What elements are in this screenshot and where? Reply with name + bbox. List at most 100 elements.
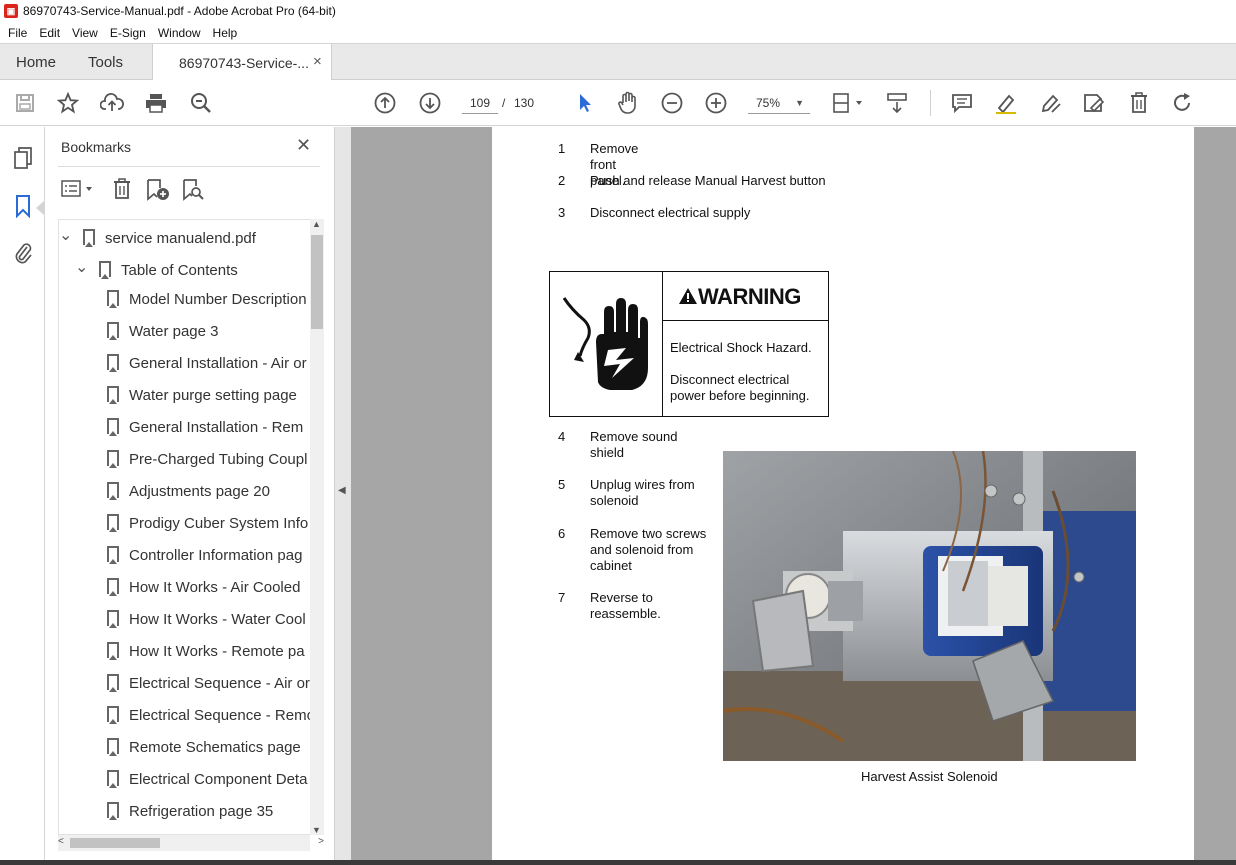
main-toolbar: 109 / 130 75% ▼ — [0, 80, 1236, 126]
left-navigation-rail — [0, 127, 45, 860]
bookmark-icon — [107, 610, 119, 628]
step-text: Disconnect electrical supply — [590, 205, 751, 220]
bookmark-label: Remote Schematics page — [129, 739, 301, 756]
photo-caption: Harvest Assist Solenoid — [861, 769, 998, 784]
bookmark-item[interactable]: How It Works - Water Cool — [107, 604, 306, 636]
panel-divider — [58, 166, 320, 167]
bookmark-item[interactable]: Adjustments page 20 — [107, 476, 270, 508]
step-number: 6 — [558, 526, 566, 541]
delete-trash-icon[interactable] — [1127, 91, 1151, 115]
step-number: 2 — [558, 173, 566, 188]
bookmark-icon — [107, 738, 119, 756]
rotate-redo-icon[interactable] — [1171, 91, 1195, 115]
bookmark-item[interactable]: Water System page 36 — [107, 828, 281, 834]
bookmark-icon — [83, 229, 95, 247]
scroll-right-icon[interactable]: > — [318, 836, 324, 847]
chevron-down-icon[interactable]: ⌄ — [75, 252, 89, 284]
bookmark-item[interactable]: Pre-Charged Tubing Coupl — [107, 444, 307, 476]
highlight-pen-icon[interactable] — [994, 91, 1018, 115]
save-icon[interactable] — [13, 91, 37, 115]
page-display-icon[interactable] — [830, 91, 866, 115]
tab-tools[interactable]: Tools — [88, 54, 123, 71]
tab-home[interactable]: Home — [16, 54, 56, 71]
star-bookmark-icon[interactable] — [56, 91, 80, 115]
draw-sign-icon[interactable] — [1038, 91, 1062, 115]
tab-document[interactable]: 86970743-Service-... × — [152, 44, 332, 81]
bookmark-label: Table of Contents — [121, 262, 238, 279]
cloud-upload-icon[interactable] — [100, 91, 124, 115]
step-text: Unplug wires from solenoid — [590, 477, 695, 508]
chevron-down-icon[interactable]: ⌄ — [59, 220, 73, 252]
close-panel-icon[interactable]: ✕ — [296, 135, 311, 156]
bookmark-item[interactable]: Electrical Sequence - Air or — [107, 668, 310, 700]
menu-file[interactable]: File — [2, 26, 33, 40]
menu-esign[interactable]: E-Sign — [104, 26, 152, 40]
page-number-input[interactable]: 109 — [462, 92, 498, 114]
attachments-paperclip-icon[interactable] — [11, 240, 35, 264]
bookmark-item[interactable]: Remote Schematics page — [107, 732, 301, 764]
print-icon[interactable] — [144, 91, 168, 115]
window-title: 86970743-Service-Manual.pdf - Adobe Acro… — [23, 4, 336, 18]
bookmark-label: service manualend.pdf — [105, 230, 256, 247]
bookmark-vertical-scrollbar[interactable]: ▲ ▼ — [310, 219, 324, 835]
bookmark-item[interactable]: General Installation - Rem — [107, 412, 303, 444]
bookmark-item[interactable]: Electrical Sequence - Remo — [107, 700, 310, 732]
select-cursor-icon[interactable] — [573, 91, 597, 115]
step-text: Reverse to reassemble. — [590, 590, 661, 621]
menu-view[interactable]: View — [66, 26, 104, 40]
scroll-up-icon[interactable]: ▲ — [312, 219, 321, 229]
fill-sign-icon[interactable] — [1082, 91, 1106, 115]
bookmark-item[interactable]: Model Number Description — [107, 284, 307, 316]
bookmark-item[interactable]: Electrical Component Deta — [107, 764, 307, 796]
bookmark-horizontal-scrollbar[interactable]: < > — [58, 835, 324, 851]
scroll-thumb[interactable] — [70, 838, 160, 848]
new-bookmark-icon[interactable] — [145, 178, 171, 202]
bookmark-label: Model Number Description — [129, 291, 307, 308]
page-thumbnails-icon[interactable] — [11, 147, 35, 171]
warning-text: Electrical Shock Hazard. — [670, 340, 812, 355]
menu-window[interactable]: Window — [152, 26, 207, 40]
zoom-search-icon[interactable] — [189, 91, 213, 115]
zoom-out-icon[interactable] — [660, 91, 684, 115]
bookmark-item[interactable]: Prodigy Cuber System Info — [107, 508, 308, 540]
find-bookmark-icon[interactable] — [181, 178, 205, 202]
hand-tool-icon[interactable] — [616, 91, 640, 115]
zoom-in-icon[interactable] — [704, 91, 728, 115]
bookmark-label: Electrical Component Deta — [129, 771, 308, 788]
bookmark-toc[interactable]: ⌄ Table of Contents — [75, 252, 238, 284]
bookmark-icon — [99, 261, 111, 279]
bookmarks-panel-icon[interactable] — [11, 194, 35, 219]
bookmark-item[interactable]: Water purge setting page — [107, 380, 297, 412]
menu-help[interactable]: Help — [207, 26, 244, 40]
menu-edit[interactable]: Edit — [33, 26, 66, 40]
bookmark-item[interactable]: Refrigeration page 35 — [107, 796, 273, 828]
bookmark-options-icon[interactable] — [61, 178, 97, 202]
step-number: 3 — [558, 205, 566, 220]
bookmark-item[interactable]: Controller Information pag — [107, 540, 302, 572]
scrolling-mode-icon[interactable] — [885, 91, 909, 115]
bookmark-root[interactable]: ⌄ service manualend.pdf — [59, 220, 256, 252]
bookmark-label: Controller Information pag — [129, 547, 303, 564]
step-text: Push and release Manual Harvest button — [590, 173, 826, 188]
delete-bookmark-icon[interactable] — [112, 178, 132, 202]
bookmark-item[interactable]: How It Works - Air Cooled — [107, 572, 300, 604]
bookmark-icon — [107, 418, 119, 436]
comment-icon[interactable] — [950, 91, 974, 115]
next-page-icon[interactable] — [418, 91, 442, 115]
close-tab-icon[interactable]: × — [313, 53, 322, 70]
scroll-thumb[interactable] — [311, 235, 323, 329]
previous-page-icon[interactable] — [373, 91, 397, 115]
step-text: Remove sound shield — [590, 429, 678, 460]
bookmark-label: How It Works - Water Cool — [129, 611, 306, 628]
scroll-down-icon[interactable]: ▼ — [312, 825, 321, 835]
bookmark-item[interactable]: Water page 3 — [107, 316, 219, 348]
panel-splitter[interactable]: ◀ — [335, 127, 351, 860]
zoom-level-select[interactable]: 75% ▼ — [748, 92, 810, 114]
bookmark-label: Pre-Charged Tubing Coupl — [129, 451, 308, 468]
step-number: 1 — [558, 141, 566, 156]
scroll-left-icon[interactable]: < — [58, 836, 64, 847]
collapse-panel-icon[interactable]: ◀ — [338, 485, 346, 496]
bookmark-item[interactable]: General Installation - Air or — [107, 348, 307, 380]
menu-bar: File Edit View E-Sign Window Help — [0, 22, 1236, 43]
bookmark-item[interactable]: How It Works - Remote pa — [107, 636, 305, 668]
